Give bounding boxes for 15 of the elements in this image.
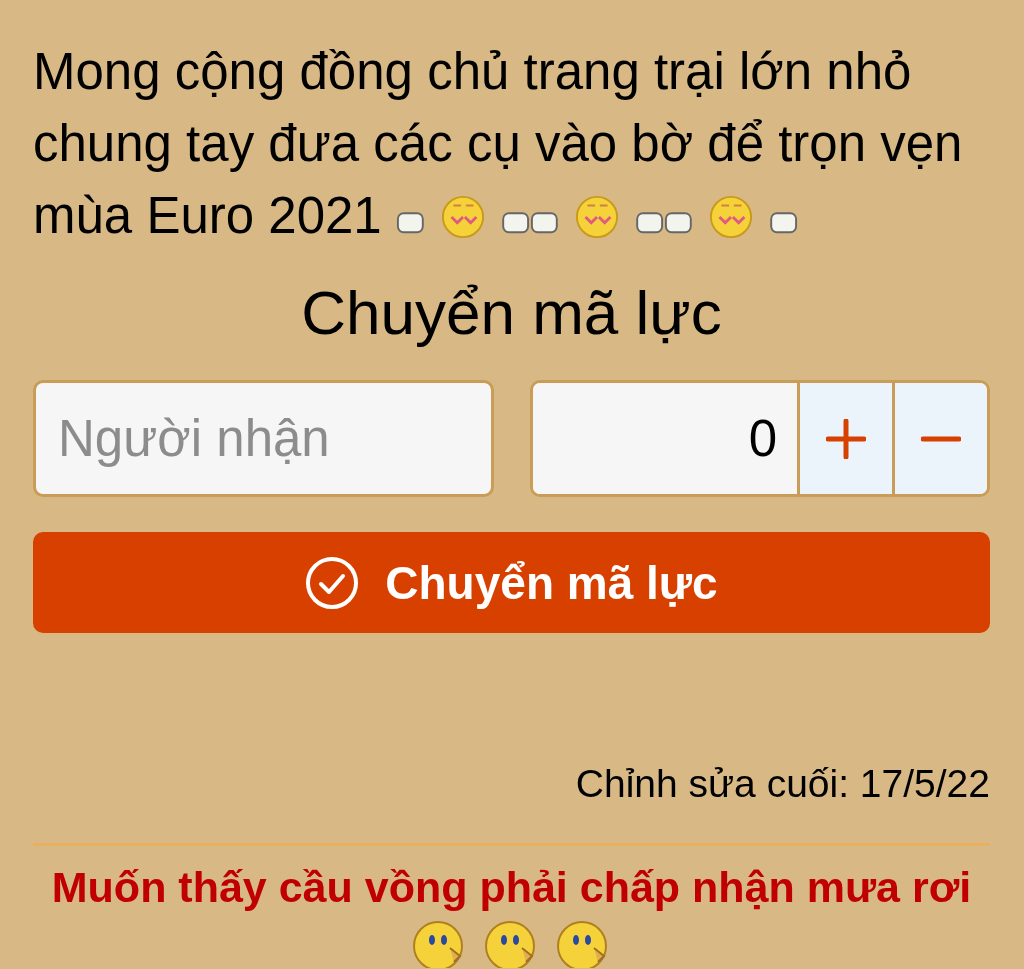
increment-button[interactable]	[797, 383, 892, 494]
recipient-field[interactable]: Người nhận	[33, 380, 494, 497]
decrement-button[interactable]	[892, 383, 987, 494]
post-text: Mong cộng đồng chủ trang trại lớn nhỏ chung tay đưa các cụ vào bờ để trọn vẹn mùa Euro 2021	[33, 42, 963, 246]
clapping-emoticon-icon	[529, 195, 664, 239]
clapping-emoticon-icon	[395, 195, 530, 239]
check-circle-icon	[305, 555, 360, 610]
clapping-emoticon-icon	[663, 195, 798, 239]
section-heading: Chuyển mã lực	[300, 278, 723, 348]
minus-icon	[921, 435, 961, 442]
last-edited-text: Chỉnh sửa cuối: 17/5/22	[574, 761, 990, 807]
amount-stepper[interactable]: 0	[530, 380, 990, 497]
signature-text: Muốn thấy cầu vồng phải chấp nhận mưa rơi	[50, 862, 973, 912]
plus-icon	[826, 418, 866, 459]
submit-button[interactable]: Chuyển mã lực	[33, 532, 990, 633]
